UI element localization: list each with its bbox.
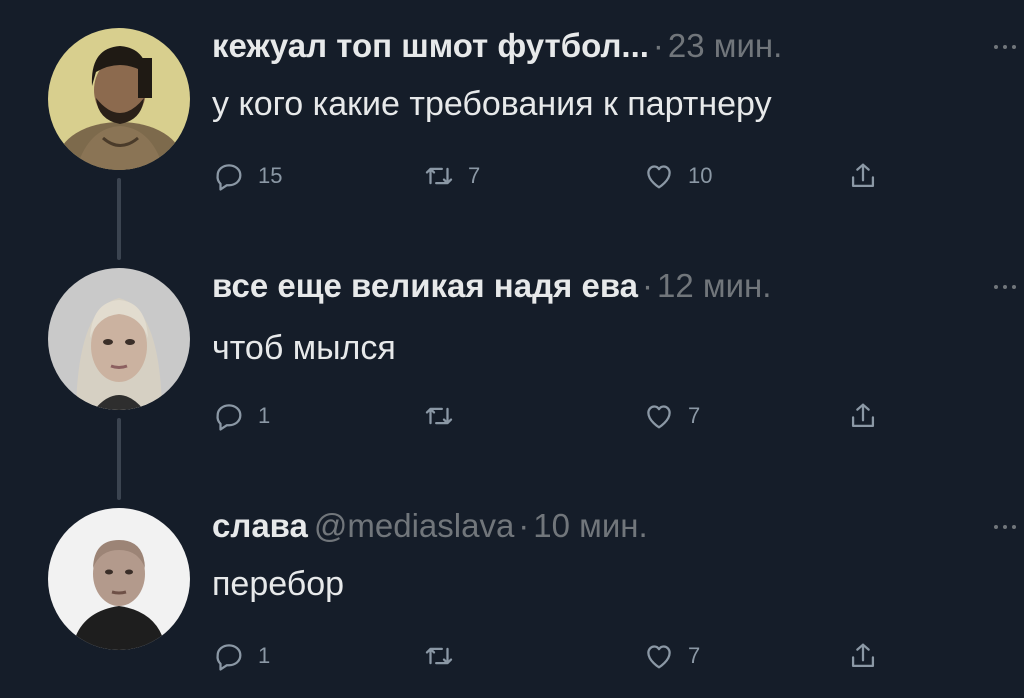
like-button[interactable]: 7 (642, 636, 700, 676)
share-icon (851, 643, 875, 668)
display-name[interactable]: слава (212, 507, 308, 544)
timestamp[interactable]: 12 мин. (657, 267, 771, 304)
avatar-image (48, 268, 190, 410)
tweet-actions: 1 7 (212, 636, 912, 676)
avatar[interactable] (48, 268, 190, 410)
like-count: 7 (688, 643, 701, 668)
timestamp[interactable]: 10 мин. (533, 507, 647, 544)
retweet-icon (425, 407, 453, 425)
avatar[interactable] (48, 508, 190, 650)
reply-button[interactable]: 1 (212, 396, 270, 436)
tweet-actions: 1 7 (212, 396, 912, 436)
share-button[interactable] (846, 396, 880, 436)
more-icon[interactable] (990, 520, 1020, 534)
retweet-button[interactable] (422, 396, 468, 436)
username-handle[interactable]: @mediaslava (314, 507, 514, 544)
tweet-text: чтоб мылся (212, 329, 396, 367)
tweet-header: все еще великая надя ева · 12 мин. (212, 266, 771, 306)
reply-icon (216, 404, 242, 431)
heart-icon (647, 405, 671, 429)
heart-icon (647, 645, 671, 669)
reply-button[interactable]: 1 (212, 636, 270, 676)
tweet[interactable]: слава @mediaslava · 10 мин. перебор 1 7 (0, 0, 1024, 671)
separator-dot: · (642, 267, 654, 304)
thread-connector-line (117, 418, 121, 500)
reply-icon (216, 644, 242, 671)
retweet-button[interactable] (422, 636, 468, 676)
display-name[interactable]: все еще великая надя ева (212, 267, 638, 304)
retweet-icon (425, 647, 453, 665)
tweet-header: слава @mediaslava · 10 мин. (212, 506, 648, 546)
share-button[interactable] (846, 636, 880, 676)
like-count: 7 (688, 403, 701, 428)
separator-dot: · (518, 507, 530, 544)
avatar-image (48, 508, 190, 650)
more-icon[interactable] (990, 280, 1020, 294)
reply-count: 1 (258, 403, 271, 428)
reply-count: 1 (258, 643, 271, 668)
like-button[interactable]: 7 (642, 396, 700, 436)
share-icon (851, 403, 875, 428)
tweet-text: перебор (212, 565, 345, 603)
